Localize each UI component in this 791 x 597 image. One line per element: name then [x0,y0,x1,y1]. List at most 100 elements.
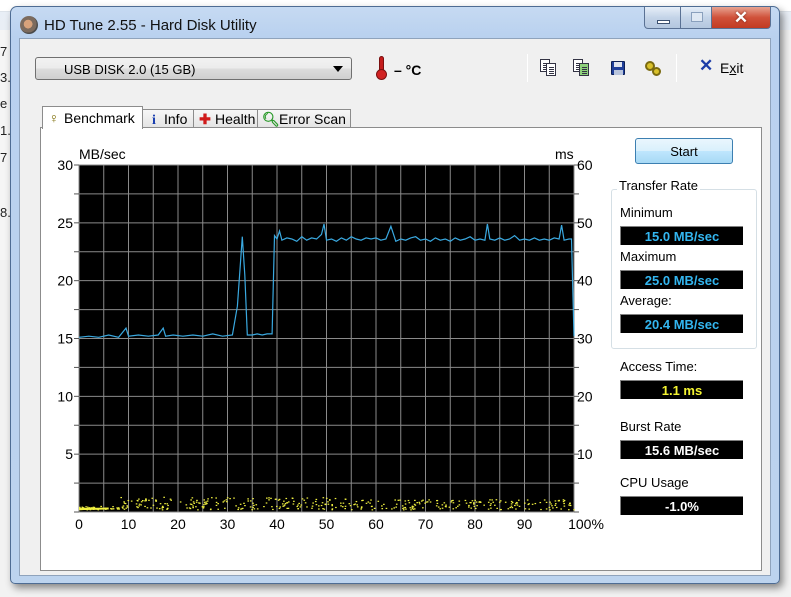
y2-tick-label: 50 [577,215,593,231]
access-time-point [192,505,194,507]
access-time-point [146,507,149,509]
access-time-point [424,502,426,504]
maximize-icon [691,12,703,22]
access-time-point [225,499,228,501]
access-time-point [150,507,152,509]
access-time-point [437,506,440,508]
tab-health[interactable]: ✚ Health [193,109,258,128]
y2-axis-label: ms [555,146,574,162]
chevron-down-icon [333,66,343,72]
access-time-point [204,503,207,505]
x-tick-label: 70 [418,516,434,532]
minimize-button[interactable] [644,7,681,29]
access-time-point [252,502,254,504]
access-time-point [560,508,562,510]
access-time-point [315,503,318,506]
access-time-point [458,504,461,506]
x-tick-label: 0 [75,516,83,532]
access-time-point [322,508,324,510]
access-time-point [331,505,334,507]
access-time-point [413,508,416,510]
y-tick-label: 20 [57,273,73,289]
exit-icon[interactable]: ✕ [699,56,713,76]
access-time-point [404,500,407,502]
window-title: HD Tune 2.55 - Hard Disk Utility [44,17,257,34]
tab-error-scan[interactable]: 🔍︎Error Scan [257,109,351,128]
access-time-point [510,505,513,507]
start-button[interactable]: Start [635,138,733,164]
access-time-point [239,503,242,505]
tab-info[interactable]: i Info [142,109,194,128]
access-time-point [300,504,303,506]
access-time-point [496,507,499,509]
access-time-point [555,506,558,509]
access-time-point [393,507,396,509]
minimum-value: 15.0 MB/sec [620,226,743,245]
close-icon: ✕ [733,8,749,27]
access-time-point [235,505,237,507]
access-time-point [144,505,146,508]
access-time-point [215,501,218,504]
access-time-point [489,499,491,501]
x-tick-label: 80 [467,516,483,532]
client-area: USB DISK 2.0 (15 GB) – °C ✕ Exit ♀ Benchm… [19,38,771,576]
access-time-point [550,503,552,505]
access-time-point [286,507,289,510]
copy-text-button[interactable] [540,59,558,77]
access-time-point [226,501,228,503]
temperature-value: – °C [394,62,422,78]
access-time-point [371,509,374,511]
access-time-point [334,497,337,500]
access-time-point [249,500,252,502]
access-time-point [436,500,438,502]
maximum-value: 25.0 MB/sec [620,270,743,289]
access-time-point [276,505,278,508]
access-time-point [441,504,444,506]
access-time-point [499,500,502,502]
copy-screenshot-button[interactable] [573,59,591,77]
access-time-point [495,499,498,501]
access-time-point [284,504,286,506]
access-time-point [349,505,352,507]
access-time-point [353,504,355,506]
exit-button[interactable]: Exit [720,60,743,76]
access-time-point [123,508,126,510]
options-button[interactable] [644,59,662,77]
access-time-point [325,497,328,499]
access-time-point [356,504,358,506]
x-tick-label: 40 [269,516,285,532]
access-time-point [452,502,455,504]
drive-select[interactable]: USB DISK 2.0 (15 GB) [35,57,352,80]
y-tick-label: 15 [57,331,73,347]
access-time-point [198,502,200,504]
access-time-point [206,500,209,502]
access-time-point [192,501,195,503]
access-time-point [265,502,268,504]
access-time-point [217,503,219,505]
save-icon [611,61,625,75]
access-time-point [516,502,519,504]
access-time-point [79,506,81,508]
access-time-point [117,507,120,509]
access-time-point [515,508,517,510]
access-time-point [394,499,397,501]
access-time-point [195,501,198,503]
access-time-label: Access Time: [620,359,698,374]
y-tick-label: 5 [65,446,73,462]
burst-rate-value: 15.6 MB/sec [620,440,743,459]
access-time-point [193,502,196,504]
y2-tick-label: 20 [577,388,593,404]
close-button[interactable]: ✕ [711,7,771,29]
access-time-point [283,500,285,502]
access-time-point [118,508,121,510]
access-time-point [473,503,475,505]
maximize-button[interactable] [680,7,712,29]
access-time-point [443,502,446,504]
save-button[interactable] [609,59,627,77]
access-time-point [207,498,209,500]
hd-tune-app-icon[interactable] [20,16,38,34]
access-time-point [196,499,198,502]
tab-benchmark[interactable]: ♀ Benchmark [42,106,143,129]
access-time-point [498,501,501,503]
access-time-point [492,501,495,503]
